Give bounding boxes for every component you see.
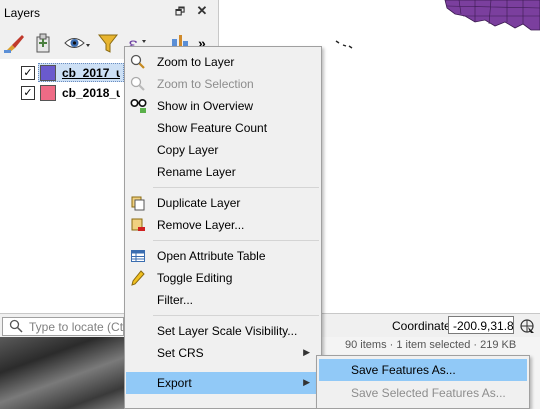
pencil-icon	[130, 270, 146, 286]
menu-separator	[153, 315, 319, 316]
search-icon	[9, 319, 23, 336]
overview-icon	[130, 98, 147, 114]
filter-icon[interactable]	[96, 31, 120, 55]
menu-item-remove-layer[interactable]: Remove Layer...	[126, 214, 320, 236]
zoom-layer-icon	[130, 54, 146, 70]
submenu-arrow-icon: ▶	[303, 347, 310, 357]
remove-layer-icon	[130, 217, 146, 233]
menu-item-open-attribute-table[interactable]: Open Attribute Table	[126, 245, 320, 267]
panel-titlebar: Layers 🗗 ✕	[0, 0, 218, 26]
menu-item-show-feature-count[interactable]: Show Feature Count	[126, 117, 320, 139]
menu-item-export[interactable]: Export ▶	[126, 372, 320, 394]
layer-name[interactable]: cb_2017_us	[62, 66, 120, 80]
float-panel-button[interactable]: 🗗	[173, 5, 187, 19]
layer-name[interactable]: cb_2018_us	[62, 86, 120, 100]
layer-color-swatch	[40, 65, 56, 81]
menu-item-save-selected-features-as: Save Selected Features As...	[351, 386, 506, 400]
menu-separator	[153, 240, 319, 241]
attribute-table-icon	[130, 248, 146, 264]
panel-title: Layers	[4, 6, 41, 20]
close-panel-button[interactable]: ✕	[195, 4, 209, 18]
zoom-selection-icon	[130, 76, 146, 92]
menu-item-zoom-to-layer[interactable]: Zoom to Layer	[126, 51, 320, 73]
submenu-arrow-icon: ▶	[303, 377, 310, 387]
menu-item-set-crs[interactable]: Set CRS ▶	[126, 342, 320, 364]
coordinate-label: Coordinate	[392, 319, 451, 333]
layer-visibility-checkbox[interactable]: ✓	[21, 66, 35, 80]
mouse-coordinate-toggle-icon[interactable]	[518, 317, 536, 335]
layer-color-swatch	[40, 85, 56, 101]
menu-item-filter[interactable]: Filter...	[126, 289, 320, 311]
export-submenu: Save Features As... Save Selected Featur…	[316, 355, 530, 409]
menu-item-toggle-editing[interactable]: Toggle Editing	[126, 267, 320, 289]
menu-item-copy-layer[interactable]: Copy Layer	[126, 139, 320, 161]
menu-item-show-in-overview[interactable]: Show in Overview	[126, 95, 320, 117]
menu-item-rename-layer[interactable]: Rename Layer	[126, 161, 320, 183]
menu-separator	[153, 187, 319, 188]
eye-icon[interactable]	[64, 31, 90, 55]
locator-search-input[interactable]: Type to locate (Ctrl+K)	[2, 317, 149, 336]
menu-item-set-scale-visibility[interactable]: Set Layer Scale Visibility...	[126, 320, 320, 342]
background-photo	[0, 337, 130, 409]
layer-context-menu: Zoom to Layer Zoom to Selection Show in …	[124, 46, 322, 409]
menu-item-save-features-as[interactable]: Save Features As...	[319, 359, 527, 381]
layer-visibility-checkbox[interactable]: ✓	[21, 86, 35, 100]
menu-item-zoom-to-selection: Zoom to Selection	[126, 73, 320, 95]
brush-icon[interactable]	[2, 31, 26, 55]
coordinate-field[interactable]: -200.9,31.8	[448, 316, 514, 334]
status-count-text: 90 items · 1 item selected · 219 KB	[345, 339, 517, 351]
menu-item-duplicate-layer[interactable]: Duplicate Layer	[126, 192, 320, 214]
duplicate-icon	[130, 195, 146, 211]
add-group-icon[interactable]	[32, 31, 56, 55]
